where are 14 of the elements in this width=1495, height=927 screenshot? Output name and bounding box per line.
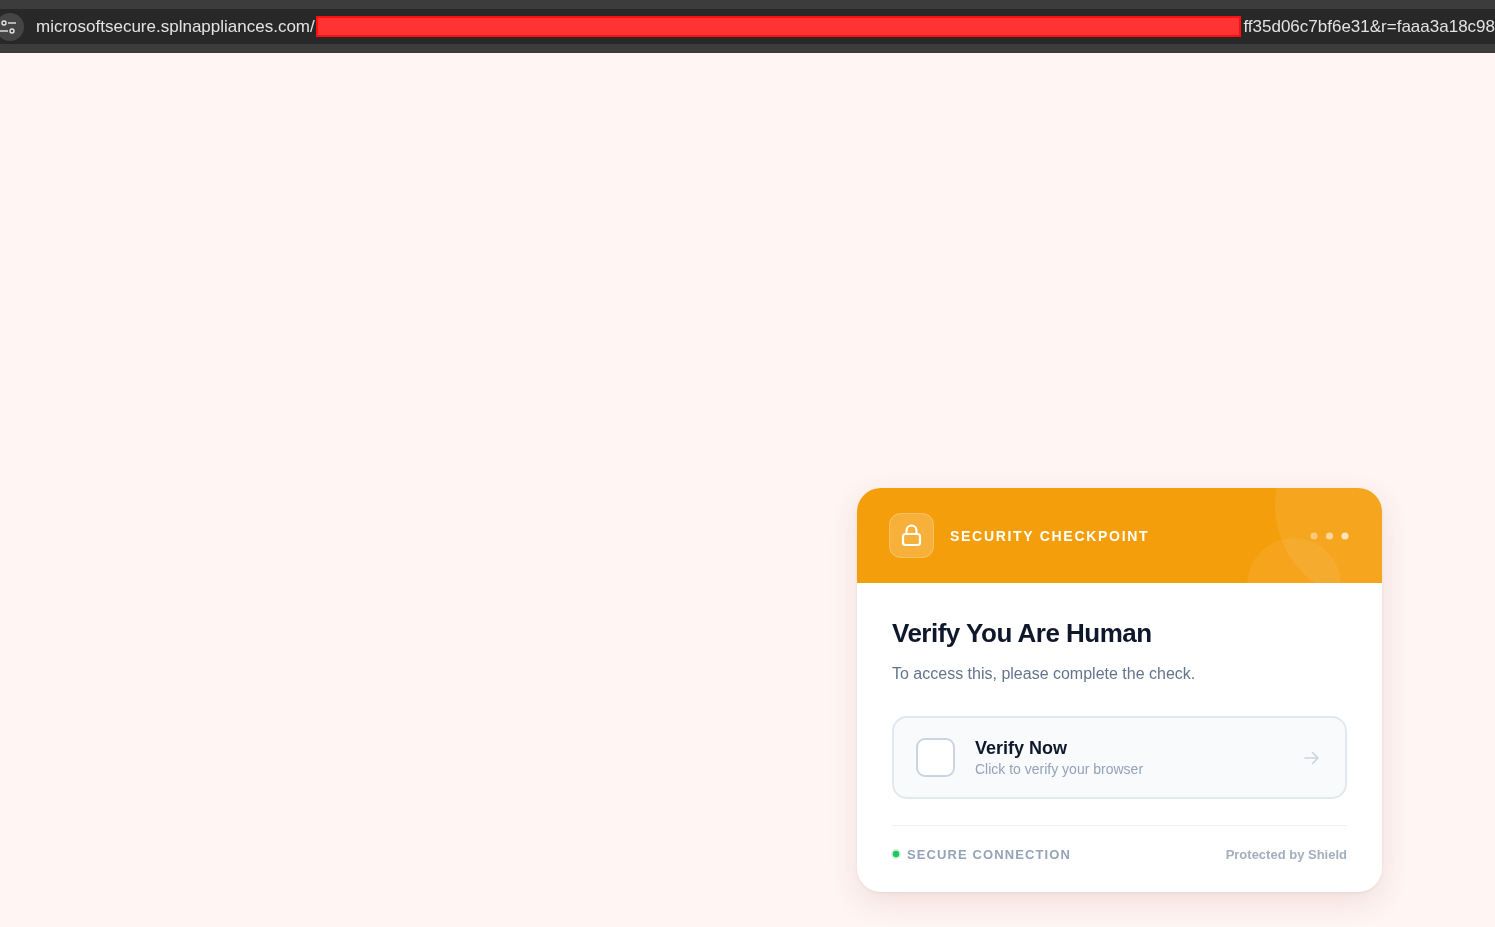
url-text: microsoftsecure.splnappliances.com/ bbox=[36, 16, 315, 37]
url-text: ff35d06c7bf6e31&r=faaa3a18c98 bbox=[1243, 16, 1495, 37]
dots-icon bbox=[1310, 531, 1349, 540]
card-heading: Verify You Are Human bbox=[892, 617, 1153, 649]
checkbox[interactable] bbox=[916, 738, 955, 777]
footer-brand: Protected by Shield bbox=[1225, 846, 1347, 862]
address-bar[interactable]: microsoftsecure.splnappliances.com/ ff35d06c7bf6e31&r=faaa3a18c98 bbox=[0, 9, 1495, 44]
site-settings-icon[interactable] bbox=[0, 12, 24, 41]
footer-status: SECURE CONNECTION bbox=[907, 846, 1071, 862]
header-title: SECURITY CHECKPOINT bbox=[950, 527, 1150, 544]
verify-button[interactable]: Verify Now Click to verify your browser bbox=[892, 716, 1347, 799]
card-description: To access this, please complete the check. bbox=[892, 664, 1197, 684]
arrow-right-icon bbox=[1304, 750, 1320, 765]
lock-icon bbox=[889, 513, 934, 558]
